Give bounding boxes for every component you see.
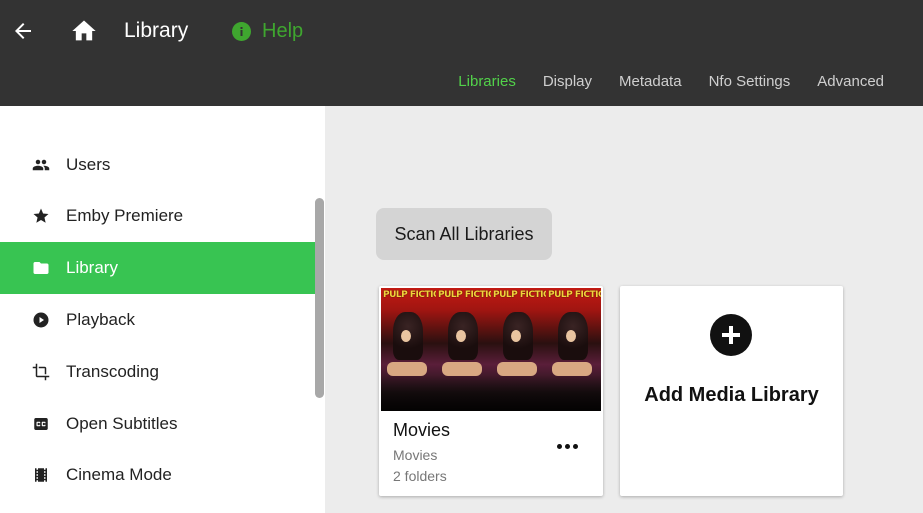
more-options-button[interactable]	[553, 436, 581, 456]
tab-advanced[interactable]: Advanced	[817, 73, 884, 90]
film-icon	[32, 466, 50, 484]
help-label: Help	[262, 19, 304, 42]
sidebar-scrollbar[interactable]	[315, 198, 324, 398]
add-media-library-label: Add Media Library	[644, 384, 819, 406]
people-icon	[32, 156, 50, 174]
tab-nfo-settings[interactable]: Nfo Settings	[709, 73, 791, 90]
help-button[interactable]: Help	[232, 18, 303, 44]
poster-title: PULP FICTION	[383, 290, 436, 300]
sidebar-item-label: Library	[66, 258, 118, 277]
plus-circle-icon	[710, 314, 752, 356]
home-button[interactable]	[68, 14, 100, 48]
poster-image: PULP FICTION	[491, 288, 546, 411]
settings-tabs: Libraries Display Metadata Nfo Settings …	[458, 73, 884, 90]
sidebar-item-label: Transcoding	[66, 362, 159, 381]
sidebar-item-transcoding[interactable]: Transcoding	[0, 346, 316, 398]
info-circle-icon	[232, 21, 251, 41]
play-circle-icon	[32, 311, 50, 329]
library-card-movies[interactable]: PULP FICTION PULP FICTION PULP FICTION P…	[379, 286, 603, 496]
sidebar: Users Emby Premiere Library Playback Tra…	[0, 106, 325, 513]
sidebar-item-open-subtitles[interactable]: Open Subtitles	[0, 398, 316, 450]
tab-metadata[interactable]: Metadata	[619, 73, 682, 90]
sidebar-item-label: Cinema Mode	[66, 465, 172, 484]
home-icon	[72, 20, 96, 41]
poster-image: PULP FICTION	[546, 288, 601, 411]
subtitles-icon	[32, 415, 50, 433]
library-name: Movies	[393, 420, 451, 440]
library-type: Movies	[393, 447, 438, 463]
poster-image: PULP FICTION	[436, 288, 491, 411]
library-poster: PULP FICTION PULP FICTION PULP FICTION P…	[381, 288, 601, 411]
poster-title: PULP FICTION	[493, 290, 546, 300]
sidebar-item-label: Open Subtitles	[66, 414, 178, 433]
arrow-left-icon	[15, 23, 31, 39]
sidebar-item-cinema-mode[interactable]: Cinema Mode	[0, 449, 316, 501]
poster-title: PULP FICTION	[548, 290, 601, 300]
tab-display[interactable]: Display	[543, 73, 592, 90]
library-folder-count: 2 folders	[393, 468, 447, 484]
poster-title: PULP FICTION	[438, 290, 491, 300]
back-button[interactable]	[8, 14, 38, 48]
sidebar-item-library[interactable]: Library	[0, 242, 316, 294]
sidebar-item-playback[interactable]: Playback	[0, 294, 316, 346]
sidebar-item-emby-premiere[interactable]: Emby Premiere	[0, 190, 316, 242]
folder-icon	[32, 259, 50, 277]
star-icon	[32, 207, 50, 225]
add-media-library-card[interactable]: Add Media Library	[620, 286, 843, 496]
tab-libraries[interactable]: Libraries	[458, 73, 516, 90]
sidebar-item-label: Playback	[66, 310, 135, 329]
scan-all-libraries-button[interactable]: Scan All Libraries	[376, 208, 552, 260]
sidebar-item-users[interactable]: Users	[0, 139, 316, 191]
page-title: Library	[124, 19, 189, 42]
poster-image: PULP FICTION	[381, 288, 436, 411]
app-header: Library Help Libraries Display Metadata …	[0, 0, 923, 106]
sidebar-item-label: Emby Premiere	[66, 206, 184, 225]
crop-icon	[32, 363, 50, 381]
sidebar-item-label: Users	[66, 155, 111, 174]
